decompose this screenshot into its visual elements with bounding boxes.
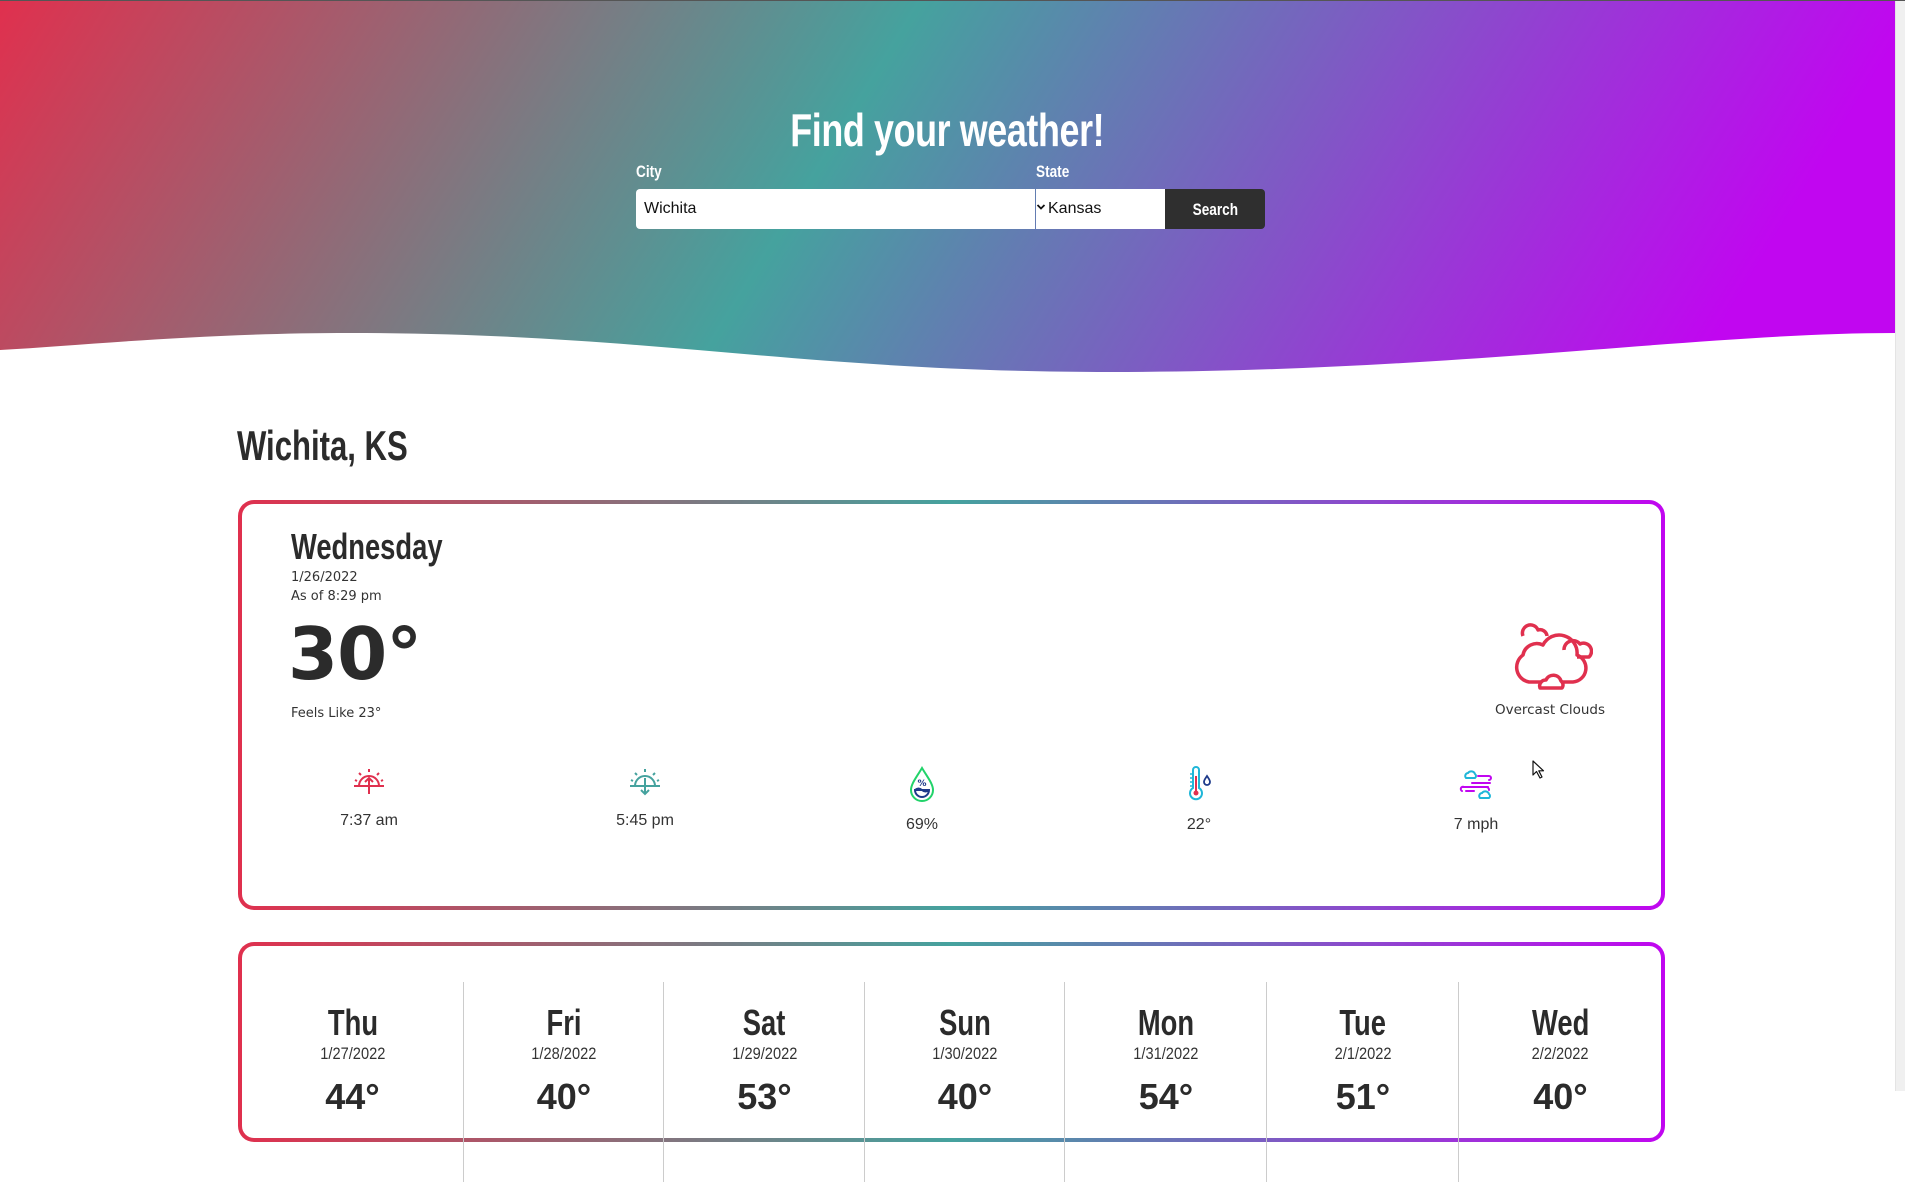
forecast-date: 1/27/2022 (319, 1044, 386, 1063)
state-label: State (1036, 162, 1070, 181)
forecast-temp: 44° (325, 1076, 380, 1117)
current-weather-card: Wednesday 1/26/2022 As of 8:29 pm 30° Fe… (238, 500, 1665, 910)
stat-sunrise: 7:37 am (289, 766, 449, 830)
forecast-day: Fri 1/28/2022 40° (463, 982, 664, 1182)
humidity-value: 69% (905, 816, 939, 833)
forecast-date: 1/29/2022 (731, 1044, 798, 1063)
sunset-icon (630, 769, 660, 796)
svg-text:%: % (917, 779, 926, 789)
forecast-temp: 54° (1138, 1076, 1194, 1117)
current-date: 1/26/2022 (291, 570, 358, 585)
stat-sunset: 5:45 pm (565, 766, 725, 830)
hero-banner: Find your weather! City State Kansas Sea… (0, 0, 1895, 380)
current-day: Wednesday (291, 526, 443, 567)
state-select[interactable]: Kansas (1036, 189, 1165, 229)
stat-dew-point: 22° (1119, 766, 1279, 834)
condition-label: Overcast Clouds (1494, 702, 1606, 718)
forecast-day: Wed 2/2/2022 40° (1458, 982, 1662, 1182)
forecast-day-name: Fri (546, 1002, 582, 1043)
window-top-edge (0, 0, 1905, 1)
forecast-temp: 51° (1335, 1076, 1391, 1117)
forecast-day-name: Thu (327, 1002, 378, 1043)
wind-value: 7 mph (1453, 816, 1499, 833)
forecast-date: 1/30/2022 (932, 1044, 998, 1063)
forecast-temp: 40° (536, 1076, 592, 1117)
city-input[interactable] (636, 189, 1035, 229)
stat-humidity: % 69% (842, 766, 1002, 834)
forecast-day-name: Tue (1339, 1002, 1387, 1043)
forecast-day-name: Mon (1137, 1002, 1195, 1043)
sunrise-value: 7:37 am (340, 812, 398, 829)
chevron-down-icon (1036, 204, 1046, 210)
location-heading: Wichita, KS (237, 422, 408, 469)
forecast-day: Sat 1/29/2022 53° (663, 982, 865, 1182)
sunset-value: 5:45 pm (616, 812, 674, 829)
forecast-temp: 40° (937, 1076, 993, 1117)
wind-icon (1459, 770, 1492, 799)
state-selected-value: Kansas (1048, 200, 1102, 217)
forecast-day-name: Wed (1531, 1002, 1590, 1043)
forecast-card: Thu 1/27/2022 44° Fri 1/28/2022 40° Sat … (238, 942, 1665, 1182)
forecast-date: 2/1/2022 (1334, 1044, 1392, 1063)
forecast-day: Mon 1/31/2022 54° (1064, 982, 1267, 1182)
as-of-time: As of 8:29 pm (291, 589, 382, 604)
forecast-day: Sun 1/30/2022 40° (864, 982, 1065, 1182)
page-title: Find your weather! (790, 103, 1105, 156)
forecast-day: Thu 1/27/2022 44° (242, 982, 463, 1182)
city-label: City (636, 162, 662, 181)
forecast-temp: 53° (737, 1076, 792, 1117)
clouds-icon (1514, 623, 1593, 690)
forecast-day-name: Sat (743, 1002, 786, 1043)
forecast-temp: 40° (1533, 1076, 1588, 1117)
forecast-date: 1/28/2022 (531, 1044, 597, 1063)
vertical-scrollbar[interactable] (1895, 0, 1905, 1091)
forecast-date: 2/2/2022 (1532, 1044, 1589, 1063)
humidity-icon: % (909, 766, 935, 802)
forecast-date: 1/31/2022 (1133, 1044, 1199, 1063)
feels-like: Feels Like 23° (291, 706, 382, 721)
forecast-day: Tue 2/1/2022 51° (1266, 982, 1459, 1182)
dew-point-value: 22° (1186, 816, 1212, 833)
mouse-cursor-icon (1532, 760, 1545, 779)
search-button[interactable]: Search (1165, 189, 1265, 229)
condition-block: Overcast Clouds (1485, 616, 1615, 718)
sunrise-icon (354, 769, 384, 794)
forecast-day-name: Sun (939, 1002, 991, 1043)
current-temperature: 30° (288, 612, 422, 696)
dew-point-thermometer-icon (1189, 766, 1211, 801)
